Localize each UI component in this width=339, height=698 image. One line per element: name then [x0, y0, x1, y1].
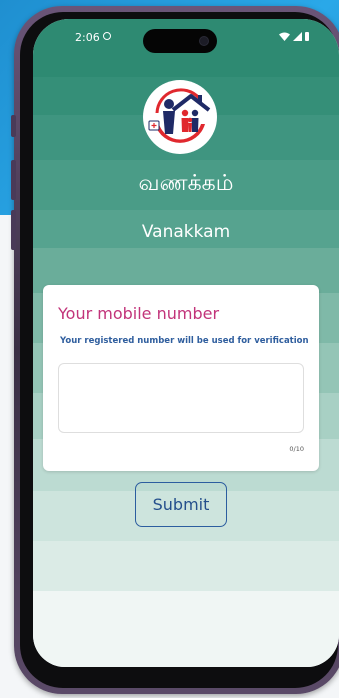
home-indicator-area	[33, 667, 339, 682]
phone-mute-button	[11, 115, 16, 137]
greeting-tamil: வணக்கம்	[138, 171, 234, 196]
bg-band	[33, 541, 339, 591]
phone-volume-up-button	[11, 160, 16, 200]
card-subtitle: Your registered number will be used for …	[60, 336, 309, 346]
app-logo	[143, 80, 217, 154]
front-camera-icon	[199, 36, 209, 46]
cellular-icon	[293, 32, 302, 41]
battery-icon	[305, 32, 309, 41]
submit-button[interactable]: Submit	[135, 482, 227, 527]
bg-band	[33, 591, 339, 667]
character-counter: 0/10	[289, 445, 304, 453]
dynamic-island	[143, 29, 217, 53]
page: 2:06 வணக்கம் Vanakkam Your mobile number…	[0, 0, 339, 698]
status-time: 2:06	[75, 31, 100, 44]
status-icons	[279, 32, 309, 41]
mobile-number-input[interactable]	[58, 363, 304, 433]
greeting-english: Vanakkam	[141, 222, 231, 242]
family-house-logo-icon	[148, 88, 211, 143]
status-indicator-icon	[103, 32, 111, 40]
card-title: Your mobile number	[58, 304, 220, 323]
mobile-number-card: Your mobile number Your registered numbe…	[43, 285, 319, 471]
phone-screen: 2:06 வணக்கம் Vanakkam Your mobile number…	[33, 19, 339, 667]
wifi-icon	[279, 32, 290, 41]
status-bar: 2:06	[33, 19, 339, 59]
phone-volume-down-button	[11, 210, 16, 250]
